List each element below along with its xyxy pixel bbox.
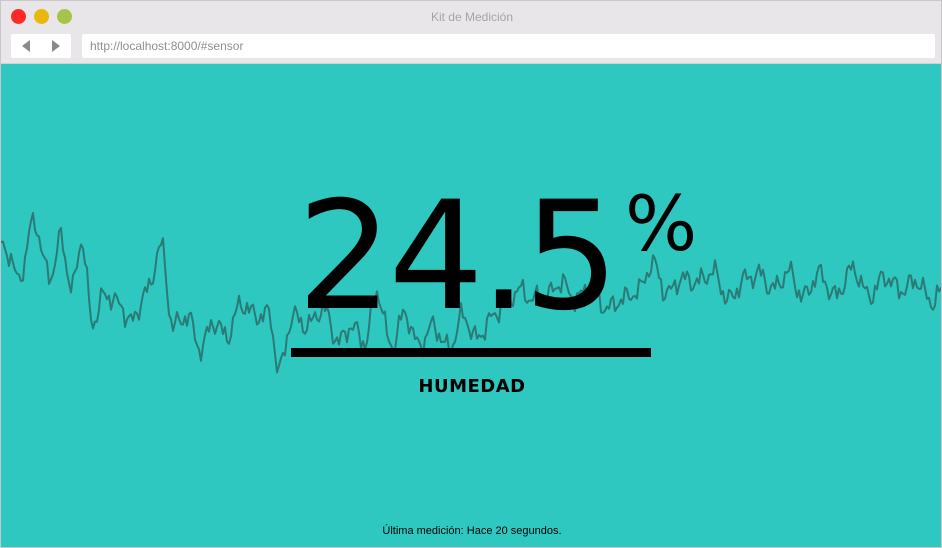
sensor-dashboard: 24.5 % HUMEDAD Última medición: Hace 20 …	[1, 64, 941, 547]
browser-chrome: Kit de Medición http://localhost:8000/#s…	[1, 1, 941, 64]
address-bar[interactable]: http://localhost:8000/#sensor	[82, 34, 935, 58]
value-underline	[291, 348, 651, 357]
back-button[interactable]	[11, 34, 41, 58]
browser-window: Kit de Medición http://localhost:8000/#s…	[0, 0, 942, 548]
metric-label: HUMEDAD	[418, 376, 526, 397]
humidity-value: 24.5	[297, 170, 619, 344]
last-reading-status: Última medición: Hace 20 segundos.	[382, 525, 562, 537]
back-arrow-icon	[22, 40, 30, 52]
forward-arrow-icon	[52, 40, 60, 52]
humidity-unit: %	[625, 179, 698, 268]
forward-button[interactable]	[41, 34, 71, 58]
navigation-buttons	[11, 34, 71, 58]
window-title: Kit de Medición	[430, 10, 514, 24]
